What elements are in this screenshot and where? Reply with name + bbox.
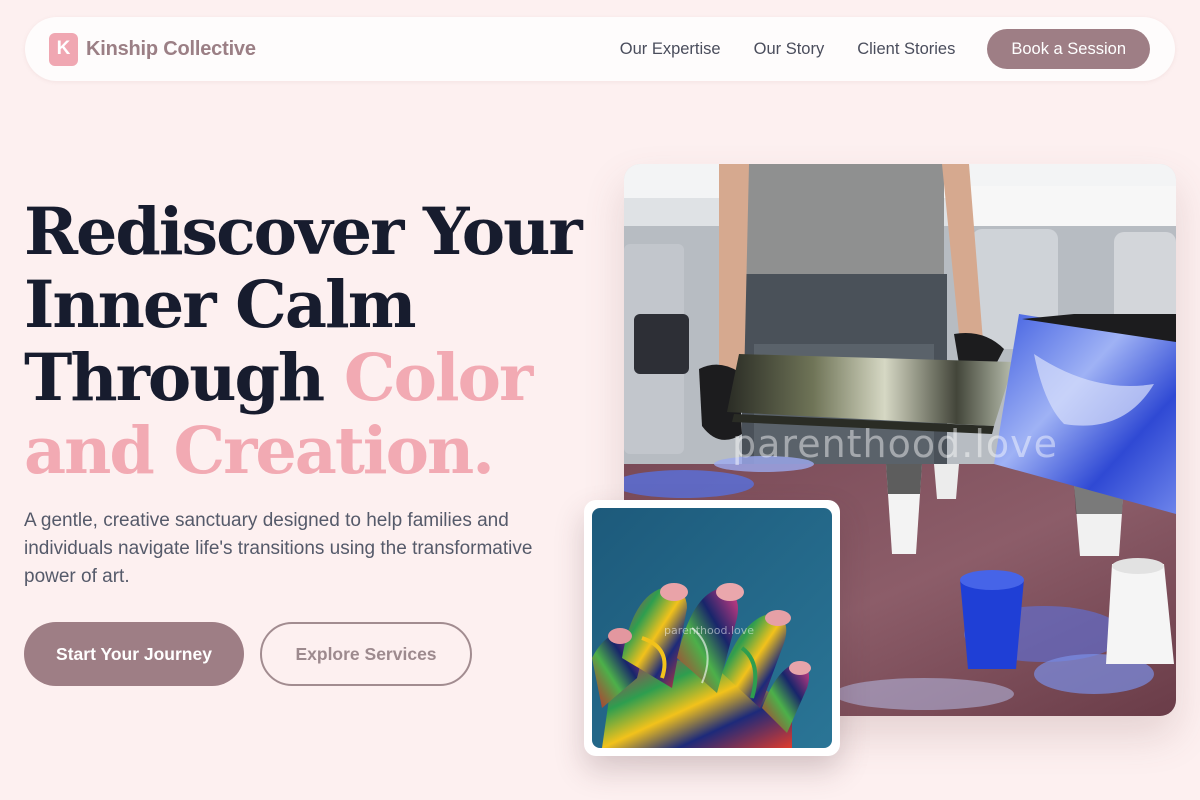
headline-accent-creation: and Creation. bbox=[24, 413, 495, 489]
hero-subtext: A gentle, creative sanctuary designed to… bbox=[24, 510, 533, 587]
nav-link-our-expertise[interactable]: Our Expertise bbox=[620, 40, 721, 59]
headline-accent-color: Color bbox=[343, 340, 533, 416]
explore-services-button[interactable]: Explore Services bbox=[260, 622, 472, 686]
nav-menu: Our Expertise Our Story Client Stories B… bbox=[620, 29, 1150, 69]
nav-link-client-stories[interactable]: Client Stories bbox=[857, 40, 955, 59]
painted-hand-photo: parenthood.love bbox=[592, 508, 832, 748]
start-journey-button[interactable]: Start Your Journey bbox=[24, 622, 244, 686]
brand-name: Kinship Collective bbox=[86, 37, 256, 60]
headline-line-3: Through bbox=[24, 340, 325, 416]
book-session-button[interactable]: Book a Session bbox=[987, 29, 1150, 69]
brand[interactable]: K Kinship Collective bbox=[49, 32, 256, 66]
brand-logo-icon: K bbox=[49, 32, 78, 66]
main-photo-watermark: parenthood.love bbox=[732, 422, 1059, 466]
hero-headline: Rediscover Your Inner Calm Through Color… bbox=[24, 196, 604, 488]
headline-line-1: Rediscover Your bbox=[24, 194, 583, 270]
hero-secondary-photo-card: parenthood.love bbox=[584, 500, 840, 756]
small-photo-watermark: parenthood.love bbox=[664, 624, 755, 637]
top-navbar: K Kinship Collective Our Expertise Our S… bbox=[25, 17, 1175, 81]
nav-link-our-story[interactable]: Our Story bbox=[754, 40, 825, 59]
headline-line-2: Inner Calm bbox=[24, 267, 416, 343]
